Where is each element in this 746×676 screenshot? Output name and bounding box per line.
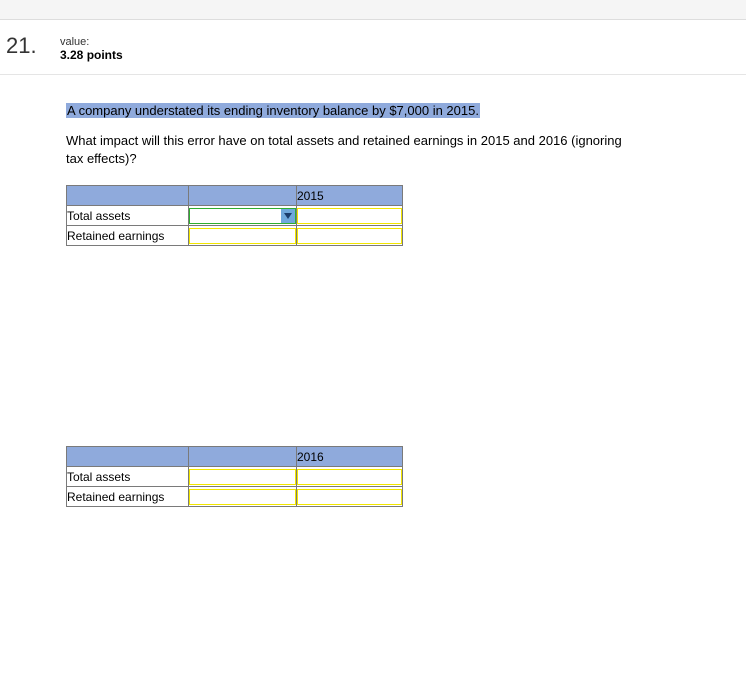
effect-input-cell — [189, 467, 297, 487]
value-label: value: — [60, 36, 123, 48]
amount-input-cell — [297, 487, 403, 507]
table-row: Retained earnings — [67, 226, 403, 246]
table-header-blank — [67, 447, 189, 467]
row-label: Retained earnings — [67, 226, 189, 246]
question-prompt: What impact will this error have on tota… — [66, 132, 640, 167]
chevron-down-icon[interactable] — [281, 209, 295, 223]
amount-input[interactable] — [297, 208, 402, 224]
amount-input[interactable] — [297, 489, 402, 505]
question-body: A company understated its ending invento… — [0, 75, 640, 507]
effect-dropdown[interactable] — [189, 208, 296, 224]
amount-input-cell — [297, 206, 403, 226]
question-header: 21. value: 3.28 points — [0, 34, 746, 75]
row-label: Total assets — [67, 467, 189, 487]
table-header-blank — [189, 186, 297, 206]
effect-dropdown-cell — [189, 206, 297, 226]
effect-input[interactable] — [189, 228, 296, 244]
top-bar — [0, 0, 746, 20]
value-points: 3.28 points — [60, 48, 123, 62]
table-row: Total assets — [67, 467, 403, 487]
highlighted-statement: A company understated its ending invento… — [66, 103, 480, 118]
effect-input-cell — [189, 487, 297, 507]
row-label: Retained earnings — [67, 487, 189, 507]
table-header-blank — [67, 186, 189, 206]
amount-input[interactable] — [297, 228, 402, 244]
table-header-blank — [189, 447, 297, 467]
effect-input[interactable] — [189, 469, 296, 485]
question-meta: value: 3.28 points — [60, 34, 123, 62]
table-header-year: 2016 — [297, 447, 403, 467]
question: 21. value: 3.28 points A company underst… — [0, 20, 746, 507]
table-row: Total assets — [67, 206, 403, 226]
amount-input[interactable] — [297, 469, 402, 485]
question-number: 21. — [6, 34, 60, 58]
amount-input-cell — [297, 467, 403, 487]
table-2015: 2015 Total assets Retained earnin — [66, 185, 403, 246]
effect-input[interactable] — [189, 489, 296, 505]
table-row: Retained earnings — [67, 487, 403, 507]
row-label: Total assets — [67, 206, 189, 226]
effect-input-cell — [189, 226, 297, 246]
table-2016: 2016 Total assets Retained earnings — [66, 446, 403, 507]
table-header-year: 2015 — [297, 186, 403, 206]
amount-input-cell — [297, 226, 403, 246]
